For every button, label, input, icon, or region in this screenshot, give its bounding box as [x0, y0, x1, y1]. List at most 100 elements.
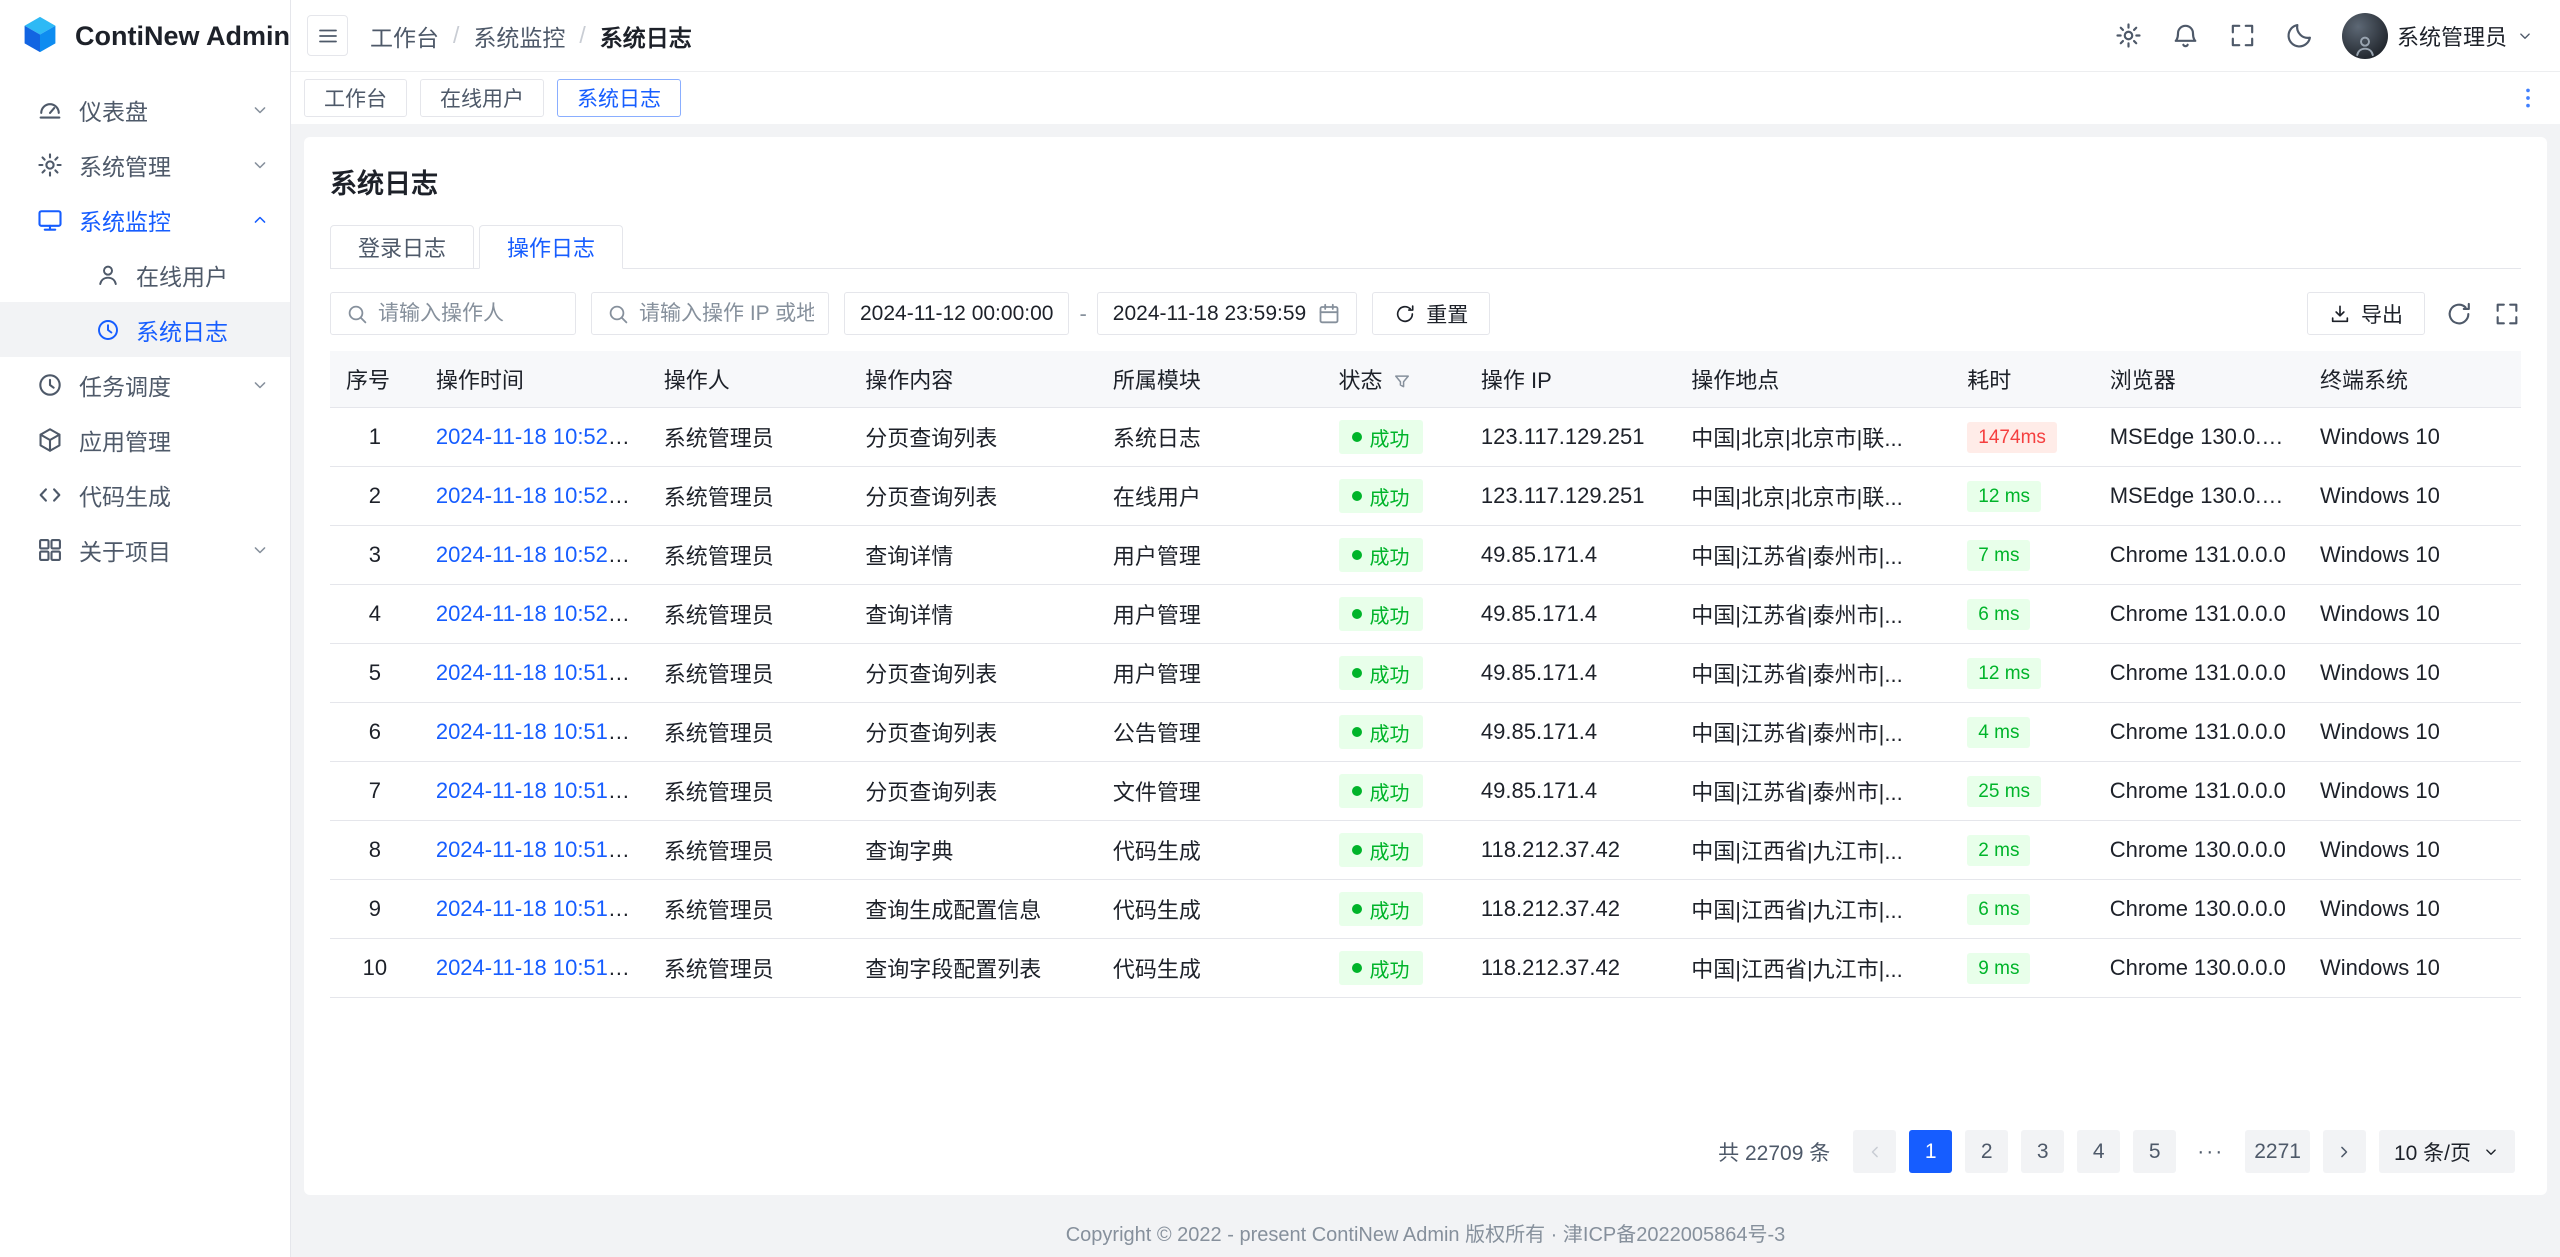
sidebar-item-online-users[interactable]: 在线用户 — [0, 247, 290, 302]
operation-time-link[interactable]: 2024-11-18 10:52:47 — [436, 483, 639, 508]
cell-os: Windows 10 — [2304, 526, 2521, 585]
operation-time-link[interactable]: 2024-11-18 10:52:55 — [436, 424, 639, 449]
page-button[interactable]: 3 — [2021, 1130, 2064, 1173]
refresh-table-icon[interactable] — [2445, 300, 2473, 328]
chevron-down-icon — [250, 155, 270, 175]
status-label: 成功 — [1370, 423, 1410, 452]
column-header: 耗时 — [1951, 351, 2093, 408]
sidebar-item-label: 任务调度 — [79, 368, 171, 402]
cell-ip: 118.212.37.42 — [1465, 880, 1675, 939]
logo[interactable]: ContiNew Admin — [0, 0, 290, 72]
cell-status: 成功 — [1323, 762, 1465, 821]
operation-time-link[interactable]: 2024-11-18 10:52:05 — [436, 601, 639, 626]
sidebar-item-label: 关于项目 — [79, 533, 171, 567]
operation-time-link[interactable]: 2024-11-18 10:52:12 — [436, 542, 639, 567]
status-dot — [1352, 432, 1362, 442]
operator-search-input[interactable] — [378, 302, 561, 326]
duration-badge: 7 ms — [1967, 540, 2030, 571]
prev-page-button[interactable] — [1853, 1130, 1896, 1173]
sidebar-item-task-schedule[interactable]: 任务调度 — [0, 357, 290, 412]
cell-duration: 25 ms — [1951, 762, 2093, 821]
sidebar-item-system-log[interactable]: 系统日志 — [0, 302, 290, 357]
date-end-picker[interactable]: 2024-11-18 23:59:59 — [1097, 292, 1357, 335]
nav-tab[interactable]: 工作台 — [304, 79, 407, 117]
log-table: 序号操作时间操作人操作内容所属模块状态操作 IP操作地点耗时浏览器终端系统 12… — [330, 351, 2521, 998]
cell-module: 用户管理 — [1097, 526, 1323, 585]
cell-os: Windows 10 — [2304, 408, 2521, 467]
operation-time-link[interactable]: 2024-11-18 10:51:53 — [436, 719, 639, 744]
column-header-label: 序号 — [346, 368, 390, 393]
duration-badge: 12 ms — [1967, 481, 2041, 512]
operation-time-link[interactable]: 2024-11-18 10:51:55 — [436, 660, 639, 685]
breadcrumb-item[interactable]: 工作台 — [370, 19, 439, 53]
page-button[interactable]: 2 — [1965, 1130, 2008, 1173]
fullscreen-icon[interactable] — [2228, 21, 2257, 50]
table-fullscreen-icon[interactable] — [2493, 300, 2521, 328]
sidebar-item-about-project[interactable]: 关于项目 — [0, 522, 290, 577]
status-dot — [1352, 491, 1362, 501]
status-badge: 成功 — [1339, 656, 1423, 690]
cell-browser: Chrome 131.0.0.0 — [2094, 762, 2304, 821]
nav-tab[interactable]: 在线用户 — [420, 79, 544, 117]
cell-operator: 系统管理员 — [648, 644, 850, 703]
cell-browser: Chrome 131.0.0.0 — [2094, 526, 2304, 585]
page-button[interactable]: 4 — [2077, 1130, 2120, 1173]
ip-search[interactable] — [591, 292, 829, 335]
download-icon — [2329, 303, 2351, 325]
operation-time-link[interactable]: 2024-11-18 10:51:49 — [436, 955, 639, 980]
table-row: 62024-11-18 10:51:53系统管理员分页查询列表公告管理成功49.… — [330, 703, 2521, 762]
column-header: 操作人 — [648, 351, 850, 408]
column-header-label: 耗时 — [1967, 368, 2011, 393]
operation-time-link[interactable]: 2024-11-18 10:51:49 — [436, 896, 639, 921]
sidebar-nav: 仪表盘系统管理系统监控在线用户系统日志任务调度应用管理代码生成关于项目 — [0, 72, 290, 577]
date-start-picker[interactable]: 2024-11-12 00:00:00 — [844, 292, 1069, 335]
operation-time-link[interactable]: 2024-11-18 10:51:52 — [436, 778, 639, 803]
sidebar-collapse-button[interactable] — [307, 15, 348, 56]
cell-location: 中国|江苏省|泰州市|... — [1675, 526, 1951, 585]
reset-button[interactable]: 重置 — [1372, 292, 1490, 335]
column-header: 所属模块 — [1097, 351, 1323, 408]
sidebar-item-system-monitor[interactable]: 系统监控 — [0, 192, 290, 247]
sidebar-item-code-generation[interactable]: 代码生成 — [0, 467, 290, 522]
dark-mode-moon-icon[interactable] — [2285, 21, 2314, 50]
next-page-button[interactable] — [2323, 1130, 2366, 1173]
tab-options-icon[interactable] — [2515, 85, 2541, 111]
page-button[interactable]: 2271 — [2245, 1130, 2310, 1173]
cell-status: 成功 — [1323, 526, 1465, 585]
status-filter-icon[interactable] — [1392, 372, 1412, 392]
page-button[interactable]: 5 — [2133, 1130, 2176, 1173]
search-icon — [606, 302, 630, 326]
sidebar-item-dashboard[interactable]: 仪表盘 — [0, 82, 290, 137]
page-button[interactable]: 1 — [1909, 1130, 1952, 1173]
cell-ip: 49.85.171.4 — [1465, 762, 1675, 821]
duration-badge: 6 ms — [1967, 599, 2030, 630]
sidebar-item-system-management[interactable]: 系统管理 — [0, 137, 290, 192]
breadcrumb-item[interactable]: 系统监控 — [473, 19, 565, 53]
notifications-bell-icon[interactable] — [2171, 21, 2200, 50]
filter-toolbar: 2024-11-12 00:00:00 - 2024-11-18 23:59:5… — [330, 292, 2521, 335]
cell-os: Windows 10 — [2304, 821, 2521, 880]
page-size-select[interactable]: 10 条/页 — [2379, 1130, 2515, 1173]
operator-search[interactable] — [330, 292, 576, 335]
log-tab[interactable]: 操作日志 — [479, 225, 623, 269]
status-dot — [1352, 727, 1362, 737]
log-tab[interactable]: 登录日志 — [330, 225, 474, 269]
user-menu[interactable]: 系统管理员 — [2342, 13, 2534, 59]
breadcrumb-item[interactable]: 系统日志 — [600, 19, 692, 53]
cell-status: 成功 — [1323, 467, 1465, 526]
table-row: 42024-11-18 10:52:05系统管理员查询详情用户管理成功49.85… — [330, 585, 2521, 644]
date-start-value: 2024-11-12 00:00:00 — [860, 302, 1053, 326]
cell-status: 成功 — [1323, 585, 1465, 644]
operation-time-link[interactable]: 2024-11-18 10:51:50 — [436, 837, 639, 862]
column-header: 序号 — [330, 351, 420, 408]
sidebar-item-app-management[interactable]: 应用管理 — [0, 412, 290, 467]
table-row: 12024-11-18 10:52:55系统管理员分页查询列表系统日志成功123… — [330, 408, 2521, 467]
status-dot — [1352, 609, 1362, 619]
ip-search-input[interactable] — [639, 302, 814, 326]
pagination-ellipsis[interactable]: ··· — [2189, 1130, 2232, 1173]
cell-ip: 49.85.171.4 — [1465, 703, 1675, 762]
cell-content: 查询字典 — [849, 821, 1097, 880]
export-button[interactable]: 导出 — [2307, 292, 2425, 335]
settings-icon[interactable] — [2114, 21, 2143, 50]
nav-tab[interactable]: 系统日志 — [557, 79, 681, 117]
